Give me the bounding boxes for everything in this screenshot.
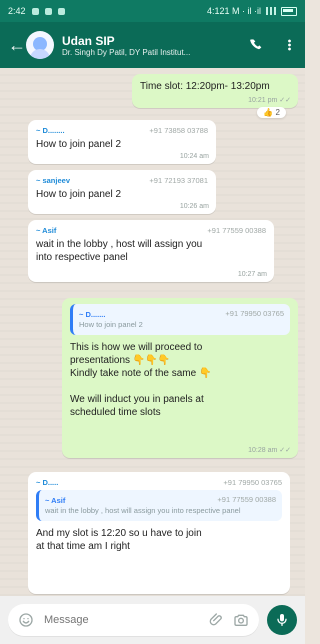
sender-name: ~ sanjeev [36,176,70,185]
status-bar: 2:42 4:121 M · il ·il [0,0,305,22]
message-text: How to join panel 2 [36,189,122,200]
mic-button[interactable] [267,605,297,635]
menu-icon[interactable] [281,37,297,53]
message-time: 10:21 pm ✓✓ [248,97,291,104]
message-time: 10:24 am [179,153,209,160]
status-right: 4:121 M · il ·il [207,6,297,16]
reply-phone: +91 79950 03765 [225,309,284,318]
chat-area[interactable]: Time slot: 12:20pm- 13:20pm 10:21 pm ✓✓ … [0,68,305,596]
attach-icon[interactable] [209,612,225,628]
message-input[interactable] [42,613,201,627]
reply-text: How to join panel 2 [79,320,143,329]
status-text: 4:121 M · il ·il [206,6,261,16]
reply-text: wait in the lobby , host will assign you… [45,506,241,515]
status-left: 2:42 [8,6,207,16]
message-bubble[interactable]: ~ sanjeev +91 72193 37081 How to join pa… [28,170,216,214]
sender-phone: +91 72193 37081 [149,176,208,185]
message-text: wait in the lobby , host will assign you… [36,239,203,263]
signal-icon [266,7,276,15]
message-time: 10:26 am [179,203,209,210]
sender-phone: +91 79950 03765 [223,478,282,487]
emoji-icon[interactable] [18,612,34,628]
header-actions [249,37,297,53]
title-wrap[interactable]: Udan SIP Dr. Singh Dy Patil, DY Patil In… [62,34,249,57]
message-input-wrap[interactable] [8,604,259,636]
message-time: 10:27 am [237,271,267,278]
composer [0,596,305,644]
message-text: Time slot: 12:20pm- 13:20pm [140,81,270,92]
message-bubble[interactable]: ~ D..... +91 79950 03765 ~ Asif +91 7755… [28,472,290,594]
notification-icon [57,7,65,15]
call-icon[interactable] [249,37,265,53]
message-time: 10:28 am ✓✓ [248,447,291,454]
reply-sender: ~ D....... [79,310,106,319]
sender-row: ~ D..... +91 79950 03765 [36,478,282,487]
message-text: And my slot is 12:20 so u have to join a… [36,528,202,552]
status-time: 2:42 [8,6,26,16]
sender-phone: +91 73858 03788 [149,126,208,135]
message-text: How to join panel 2 [36,139,122,150]
sender-phone: +91 77559 00388 [207,226,266,235]
reply-preview[interactable]: ~ Asif +91 77559 00388 wait in the lobby… [36,490,282,521]
chat-header: ← Udan SIP Dr. Singh Dy Patil, DY Patil … [0,22,305,68]
sender-name: ~ D........ [36,126,65,135]
notification-icon [31,7,39,15]
camera-icon[interactable] [233,612,249,628]
sender-row: ~ D........ +91 73858 03788 [36,126,208,135]
notification-icon [44,7,52,15]
reply-phone: +91 77559 00388 [217,495,276,504]
chat-title: Udan SIP [62,33,115,48]
reply-preview[interactable]: ~ D....... +91 79950 03765 How to join p… [70,304,290,335]
avatar[interactable] [26,31,54,59]
message-bubble[interactable]: ~ D........ +91 73858 03788 How to join … [28,120,216,164]
sender-name: ~ D..... [36,478,59,487]
message-bubble[interactable]: ~ Asif +91 77559 00388 wait in the lobby… [28,220,274,282]
battery-icon [281,6,297,16]
sender-name: ~ Asif [36,226,57,235]
sender-row: ~ Asif +91 77559 00388 [36,226,266,235]
chat-subtitle: Dr. Singh Dy Patil, DY Patil Institut... [62,47,191,57]
message-text: This is how we will proceed to presentat… [70,342,212,418]
reaction-badge[interactable]: 👍 2 [257,107,286,118]
reply-sender: ~ Asif [45,496,66,505]
message-bubble[interactable]: Time slot: 12:20pm- 13:20pm 10:21 pm ✓✓ … [132,74,298,118]
message-bubble[interactable]: ~ D....... +91 79950 03765 How to join p… [62,298,298,458]
mic-icon [277,614,287,626]
sender-row: ~ sanjeev +91 72193 37081 [36,176,208,185]
back-arrow-icon[interactable]: ← [8,35,26,56]
kebab-icon [287,39,291,51]
